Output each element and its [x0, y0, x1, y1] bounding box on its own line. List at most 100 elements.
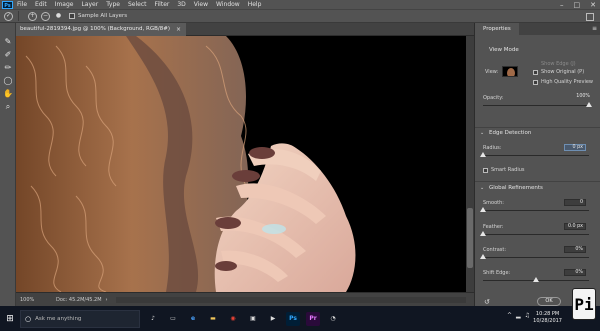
menu-layer[interactable]: Layer — [77, 0, 102, 9]
file-explorer-icon[interactable]: ▬ — [206, 312, 220, 326]
maximize-button[interactable]: □ — [574, 1, 581, 9]
close-document-icon[interactable]: × — [176, 23, 181, 36]
microphone-icon[interactable]: ♪ — [146, 312, 160, 326]
properties-panel: Properties ≡ View Mode View: Show Edge (… — [474, 23, 600, 306]
nail-4 — [215, 261, 237, 271]
tray-chevron-icon[interactable]: ^ — [507, 312, 512, 319]
opacity-value[interactable]: 100% — [570, 94, 592, 101]
menu-file[interactable]: File — [13, 0, 31, 9]
shift-edge-slider[interactable] — [483, 277, 589, 282]
section-divider — [475, 127, 600, 128]
network-icon[interactable]: ▂ — [516, 312, 521, 319]
menu-image[interactable]: Image — [51, 0, 78, 9]
shift-edge-input[interactable]: 0% — [564, 269, 586, 276]
photoshop-logo[interactable]: Ps — [2, 0, 13, 9]
search-placeholder: Ask me anything — [35, 315, 82, 322]
nail-3 — [215, 217, 241, 229]
status-menu-icon[interactable]: › — [106, 297, 108, 303]
zoom-tool-icon[interactable]: ⌕ — [3, 102, 13, 112]
feather-slider[interactable] — [480, 231, 589, 236]
menu-select[interactable]: Select — [124, 0, 151, 9]
document-title: beautiful-2819394.jpg @ 100% (Background… — [20, 26, 170, 32]
task-view-icon[interactable]: ▭ — [166, 312, 180, 326]
smart-radius-checkbox[interactable] — [483, 168, 488, 173]
opacity-slider-knob[interactable] — [586, 102, 592, 107]
quick-selection-tool-icon[interactable]: ✓ — [4, 11, 13, 21]
quick-selection-brush-icon[interactable]: ✎ — [3, 37, 13, 47]
horizontal-scrollbar[interactable] — [116, 297, 466, 303]
menu-help[interactable]: Help — [244, 0, 266, 9]
tools-panel: ✎ ✐ ✏ ◯ ✋ ⌕ — [0, 23, 16, 306]
add-to-selection-icon[interactable]: + — [28, 11, 37, 21]
taskbar-premiere-icon[interactable]: Pr — [306, 311, 320, 326]
edge-detection-caret-icon[interactable]: ⌄ — [480, 130, 484, 136]
shift-edge-slider-knob[interactable] — [533, 277, 539, 282]
recording-app-icon[interactable]: ◔ — [326, 312, 340, 326]
store-icon[interactable]: ▣ — [246, 312, 260, 326]
channel-watermark-logo: Pi — [572, 288, 596, 320]
nail-1 — [249, 147, 275, 159]
menu-window[interactable]: Window — [212, 0, 244, 9]
sample-all-layers-checkbox[interactable] — [69, 13, 75, 19]
panel-menu-icon[interactable]: ≡ — [592, 23, 597, 35]
vertical-scrollbar[interactable] — [466, 36, 474, 292]
properties-tab-bar: Properties ≡ — [475, 23, 600, 35]
minimize-button[interactable]: – — [560, 1, 564, 9]
smooth-slider-knob[interactable] — [480, 207, 486, 212]
refine-edge-brush-icon[interactable]: ✐ — [3, 50, 13, 60]
view-label: View: — [485, 69, 499, 75]
menu-edit[interactable]: Edit — [31, 0, 51, 9]
menu-filter[interactable]: Filter — [151, 0, 174, 9]
high-quality-preview-checkbox[interactable] — [533, 80, 538, 85]
close-window-button[interactable]: ✕ — [590, 1, 596, 9]
contrast-slider[interactable] — [480, 254, 589, 259]
volume-icon[interactable]: ♫ — [525, 312, 530, 319]
opacity-label: Opacity: — [483, 95, 504, 101]
media-player-icon[interactable]: ▶ — [266, 312, 280, 326]
properties-tab[interactable]: Properties — [475, 23, 519, 35]
workspace-icon[interactable] — [586, 13, 594, 21]
clock-date: 10/28/2017 — [533, 318, 562, 324]
edge-browser-icon[interactable]: e — [186, 312, 200, 326]
menu-bar: Ps File Edit Image Layer Type Select Fil… — [0, 0, 600, 9]
subtract-from-selection-icon[interactable]: − — [41, 11, 50, 21]
lasso-tool-icon[interactable]: ◯ — [3, 76, 13, 86]
opacity-slider[interactable] — [483, 102, 592, 107]
radius-slider-knob[interactable] — [480, 152, 486, 157]
nail-2 — [232, 170, 260, 182]
chrome-icon[interactable]: ◉ — [226, 312, 240, 326]
hair-region — [16, 36, 249, 292]
edge-detection-heading[interactable]: Edge Detection — [489, 130, 531, 136]
show-original-checkbox[interactable] — [533, 70, 538, 75]
scroll-thumb[interactable] — [467, 208, 473, 268]
sample-all-layers-label: Sample All Layers — [78, 13, 128, 19]
feather-slider-knob[interactable] — [480, 231, 486, 236]
ok-button[interactable]: OK — [537, 297, 561, 306]
zoom-level[interactable]: 100% — [20, 297, 48, 303]
hand-tool-icon[interactable]: ✋ — [3, 89, 13, 99]
smooth-slider[interactable] — [480, 207, 589, 212]
taskbar-clock[interactable]: 10:28 PM 10/28/2017 — [533, 311, 562, 325]
smooth-input[interactable]: 0 — [564, 199, 586, 206]
taskbar-search[interactable]: ○ Ask me anything — [20, 309, 140, 328]
windows-start-icon[interactable]: ⊞ — [0, 306, 20, 331]
feather-input[interactable]: 0.0 px — [564, 223, 586, 230]
smooth-label: Smooth: — [483, 200, 504, 206]
brush-tool-icon[interactable]: ✏ — [3, 63, 13, 73]
radius-input[interactable]: 0 px — [564, 144, 586, 151]
document-tab[interactable]: beautiful-2819394.jpg @ 100% (Background… — [16, 23, 186, 36]
menu-view[interactable]: View — [190, 0, 212, 9]
document-canvas[interactable] — [16, 36, 466, 292]
radius-slider[interactable] — [480, 152, 589, 157]
contrast-slider-knob[interactable] — [480, 254, 486, 259]
view-thumbnail-icon — [503, 67, 517, 76]
taskbar-photoshop-icon[interactable]: Ps — [286, 311, 300, 326]
menu-type[interactable]: Type — [102, 0, 124, 9]
global-refinements-heading[interactable]: Global Refinements — [489, 185, 543, 191]
contrast-input[interactable]: 0% — [564, 246, 586, 253]
reset-icon[interactable]: ↺ — [484, 299, 490, 306]
view-mode-thumbnail[interactable] — [502, 66, 518, 77]
brush-size-icon[interactable]: ● — [54, 12, 63, 21]
global-refinements-caret-icon[interactable]: ⌄ — [480, 185, 484, 191]
menu-3d[interactable]: 3D — [173, 0, 189, 9]
